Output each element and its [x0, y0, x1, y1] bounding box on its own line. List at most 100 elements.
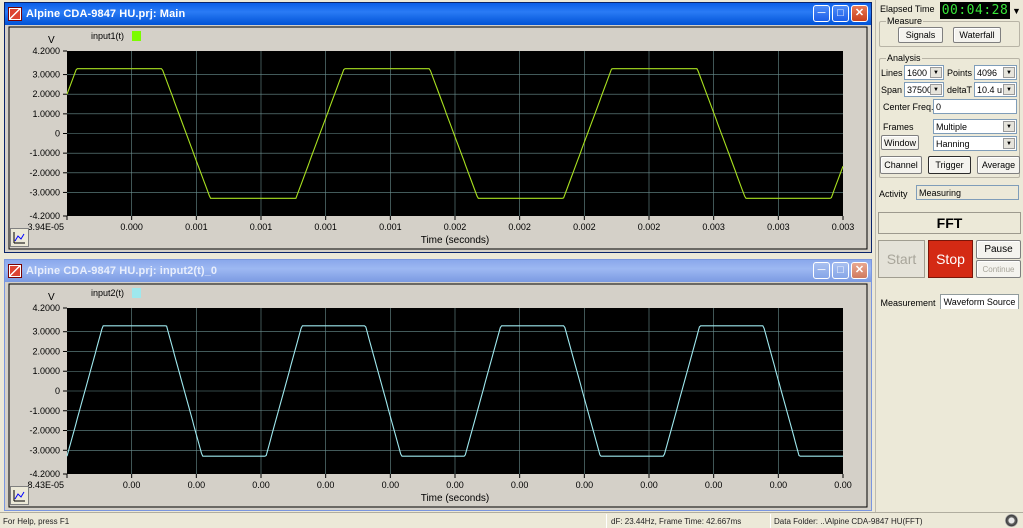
- fft-title: FFT: [878, 212, 1021, 234]
- minimize-icon: ─: [817, 264, 826, 276]
- elapsed-time-display: 00:04:28: [940, 2, 1010, 19]
- panel-menu-arrow-icon[interactable]: ▼: [1012, 6, 1021, 16]
- lines-value: 1600: [907, 67, 928, 78]
- x-tick-label: 0.00: [834, 480, 852, 490]
- y-tick-label: 2.0000: [32, 89, 60, 99]
- close-button[interactable]: ✕: [851, 262, 868, 279]
- deltat-select[interactable]: 10.4 u ▼: [974, 82, 1017, 97]
- dropdown-arrow-icon: ▼: [1003, 84, 1015, 95]
- maximize-icon: □: [837, 7, 844, 19]
- maximize-button[interactable]: □: [832, 5, 849, 22]
- span-label: Span: [881, 85, 903, 95]
- window-select[interactable]: Hanning ▼: [933, 136, 1017, 151]
- main-plot-window[interactable]: Alpine CDA-9847 HU.prj: Main ─ □ ✕ 4.200…: [4, 2, 872, 253]
- span-select[interactable]: 37500 ▼: [904, 82, 944, 97]
- deltat-value: 10.4 u: [977, 84, 1003, 95]
- y-axis-label: V: [48, 292, 55, 303]
- legend-label: input2(t): [91, 288, 124, 298]
- tab-measurement[interactable]: Measurement: [878, 295, 938, 310]
- center-freq-label: Center Freq.: [883, 102, 934, 112]
- plot-properties-button[interactable]: [10, 228, 29, 247]
- dropdown-arrow-icon: ▼: [930, 84, 942, 95]
- network-status-icon[interactable]: [1005, 514, 1018, 527]
- x-tick-label: 0.00: [188, 480, 206, 490]
- y-tick-label: -1.0000: [29, 148, 60, 158]
- window-button[interactable]: Window: [881, 135, 919, 150]
- minimize-button[interactable]: ─: [813, 5, 830, 22]
- input1-chart[interactable]: 4.2000 3.0000 2.0000 1.0000 0 -1.0000 -2.0000 -…: [7, 26, 869, 252]
- x-tick-label: 0.002: [444, 222, 467, 232]
- x-tick-label: 0.003: [767, 222, 790, 232]
- y-tick-label: 3.0000: [32, 327, 60, 337]
- minimize-button[interactable]: ─: [813, 262, 830, 279]
- waterfall-button[interactable]: Waterfall: [953, 27, 1001, 43]
- pause-button[interactable]: Pause: [976, 240, 1021, 259]
- maximize-button[interactable]: □: [832, 262, 849, 279]
- x-tick-label: 0.00: [123, 480, 141, 490]
- activity-label: Activity: [879, 189, 908, 199]
- x-tick-label: 0.00: [705, 480, 723, 490]
- frames-value: Multiple: [936, 121, 968, 132]
- points-select[interactable]: 4096 ▼: [974, 65, 1017, 80]
- y-tick-label: -3.0000: [29, 187, 60, 197]
- points-label: Points: [947, 68, 973, 78]
- deltat-label: deltaT: [947, 85, 973, 95]
- status-bar: For Help, press F1 dF: 23.44Hz, Frame Ti…: [0, 512, 1023, 528]
- frames-select[interactable]: Multiple ▼: [933, 119, 1017, 134]
- y-tick-label: 0: [55, 129, 60, 139]
- x-axis-label: Time (seconds): [421, 493, 490, 504]
- x-tick-label: 0.00: [770, 480, 788, 490]
- status-data-folder: Data Folder: ..\Alpine CDA-9847 HU(FFT): [774, 516, 923, 526]
- y-tick-label: -2.0000: [29, 426, 60, 436]
- input2-plot-area: 4.2000 3.0000 2.0000 1.0000 0 -1.0000 -2.0000 -…: [7, 283, 869, 508]
- y-tick-label: 4.2000: [32, 303, 60, 313]
- analysis-legend: Analysis: [886, 53, 922, 63]
- legend-swatch: [132, 31, 141, 41]
- continue-button[interactable]: Continue: [976, 260, 1021, 278]
- x-tick-label: 0.001: [185, 222, 208, 232]
- main-window-titlebar[interactable]: Alpine CDA-9847 HU.prj: Main ─ □ ✕: [5, 3, 871, 25]
- main-plot-area: 4.2000 3.0000 2.0000 1.0000 0 -1.0000 -2.0000 -…: [7, 26, 869, 250]
- measure-legend: Measure: [886, 16, 924, 26]
- x-tick-label: 0.001: [314, 222, 337, 232]
- y-tick-label: 3.0000: [32, 70, 60, 80]
- span-value: 37500: [907, 84, 933, 95]
- chart-tool-icon: [13, 490, 25, 502]
- signals-button[interactable]: Signals: [898, 27, 943, 43]
- frames-label: Frames: [883, 122, 914, 132]
- x-axis-label: Time (seconds): [421, 235, 490, 246]
- x-tick-label: 0.002: [508, 222, 531, 232]
- y-tick-label: -4.2000: [29, 211, 60, 221]
- close-button[interactable]: ✕: [851, 5, 868, 22]
- tab-waveform-source[interactable]: Waveform Source: [940, 294, 1019, 309]
- x-tick-label: 0.00: [576, 480, 594, 490]
- lines-select[interactable]: 1600 ▼: [904, 65, 944, 80]
- plot-properties-button[interactable]: [10, 486, 29, 505]
- x-tick-label: 0.00: [640, 480, 658, 490]
- center-freq-input[interactable]: 0: [933, 99, 1017, 114]
- y-tick-label: -3.0000: [29, 445, 60, 455]
- y-tick-label: -1.0000: [29, 406, 60, 416]
- input2-window-titlebar[interactable]: Alpine CDA-9847 HU.prj: input2(t)_0 ─ □ …: [5, 260, 871, 282]
- y-tick-label: 0: [55, 386, 60, 396]
- trigger-button[interactable]: Trigger: [928, 156, 971, 174]
- dropdown-arrow-icon: ▼: [1003, 121, 1015, 132]
- dropdown-arrow-icon: ▼: [930, 67, 942, 78]
- legend-label: input1(t): [91, 31, 124, 41]
- y-tick-label: 4.2000: [32, 46, 60, 56]
- channel-button[interactable]: Channel: [880, 156, 922, 174]
- start-button[interactable]: Start: [878, 240, 925, 278]
- x-tick-label: 0.00: [511, 480, 529, 490]
- x-tick-label: 0.002: [638, 222, 661, 232]
- input2-chart[interactable]: 4.2000 3.0000 2.0000 1.0000 0 -1.0000 -2.0000 -…: [7, 283, 869, 510]
- x-tick-label: 0.00: [446, 480, 464, 490]
- status-help-text: For Help, press F1: [3, 516, 70, 526]
- x-tick-label: 0.00: [252, 480, 270, 490]
- app-icon[interactable]: [8, 7, 22, 21]
- average-button[interactable]: Average: [977, 156, 1020, 174]
- stop-button[interactable]: Stop: [928, 240, 973, 278]
- app-icon[interactable]: [8, 264, 22, 278]
- input2-plot-window[interactable]: Alpine CDA-9847 HU.prj: input2(t)_0 ─ □ …: [4, 259, 872, 511]
- fft-control-panel: Elapsed Time 00:04:28 ▼ Measure Signals …: [875, 0, 1023, 512]
- x-tick-label: 0.002: [573, 222, 596, 232]
